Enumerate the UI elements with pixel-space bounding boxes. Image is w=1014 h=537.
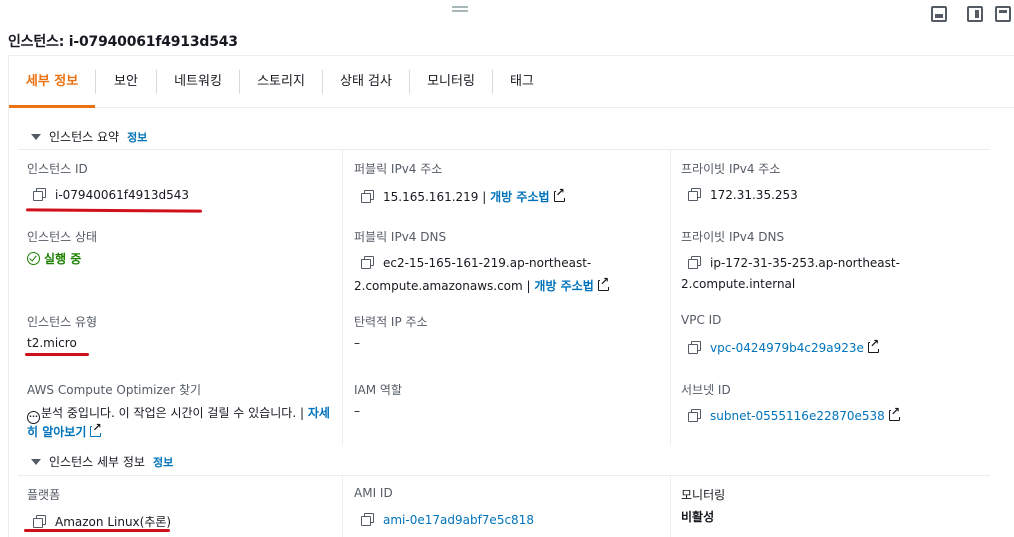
subnet-id-label: 서브넷 ID <box>681 383 731 397</box>
copy-icon[interactable] <box>33 188 46 201</box>
page-title: 인스턴스: i-07940061f4913d543 <box>8 34 238 50</box>
tab-networking[interactable]: 네트워킹 <box>157 56 239 108</box>
private-ipv4-text: 172.31.35.253 <box>710 188 798 202</box>
optimizer-message: 분석 중입니다. 이 작업은 시간이 걸릴 수 있습니다. | <box>41 406 304 420</box>
iam-role-value: – <box>354 404 360 418</box>
section-title: 인스턴스 세부 정보 <box>49 455 145 469</box>
vpc-id-value: vpc-0424979b4c29a923e <box>688 338 880 355</box>
copy-icon[interactable] <box>361 513 374 526</box>
instance-id-value: i-07940061f4913d543 <box>33 188 189 202</box>
public-ipv4-label: 퍼블릭 IPv4 주소 <box>354 162 443 176</box>
elastic-ip-value: – <box>354 336 360 350</box>
vpc-id-link[interactable]: vpc-0424979b4c29a923e <box>710 341 864 355</box>
section-divider <box>18 475 990 476</box>
external-link-icon[interactable] <box>90 422 102 437</box>
private-dns-text: ip-172-31-35-253.ap-northeast- <box>710 256 900 270</box>
tab-monitoring[interactable]: 모니터링 <box>410 56 492 108</box>
external-link-icon[interactable] <box>888 406 901 421</box>
drag-handle-icon[interactable] <box>452 6 468 12</box>
public-dns-value-line1: ec2-15-165-161-219.ap-northeast- <box>361 256 591 270</box>
instance-id-label: 인스턴스 ID <box>27 162 88 176</box>
instance-state-value: 실행 중 <box>27 250 81 267</box>
tab-details[interactable]: 세부 정보 <box>9 56 95 108</box>
external-link-icon[interactable] <box>597 276 610 291</box>
learn-more-link[interactable]: 자세 <box>308 406 330 420</box>
ami-id-value: ami-0e17ad9abf7e5c818 <box>361 513 534 527</box>
column-divider <box>342 150 343 445</box>
external-link-icon[interactable] <box>867 338 880 353</box>
caret-down-icon[interactable] <box>31 134 41 140</box>
column-divider <box>670 476 671 537</box>
open-address-link[interactable]: 개방 주소법 <box>490 190 549 204</box>
dock-side-icon[interactable] <box>967 6 983 22</box>
copy-icon[interactable] <box>361 190 374 203</box>
section-title: 인스턴스 요약 <box>49 130 120 144</box>
private-ipv4-value: 172.31.35.253 <box>688 188 798 202</box>
platform-text: Amazon Linux(추론) <box>55 515 172 529</box>
iam-role-label: IAM 역할 <box>354 383 402 397</box>
instance-summary-header[interactable]: 인스턴스 요약 정보 <box>31 128 147 145</box>
caret-down-icon[interactable] <box>31 459 41 465</box>
ami-id-label: AMI ID <box>354 486 393 500</box>
column-divider <box>670 150 671 445</box>
private-dns-label: 프라이빗 IPv4 DNS <box>681 230 785 244</box>
copy-icon[interactable] <box>361 256 374 269</box>
elastic-ip-label: 탄력적 IP 주소 <box>354 315 428 329</box>
platform-value: Amazon Linux(추론) <box>33 513 171 530</box>
public-dns-label: 퍼블릭 IPv4 DNS <box>354 230 447 244</box>
instance-type-value: t2.micro <box>27 336 77 350</box>
copy-icon[interactable] <box>688 188 701 201</box>
column-divider <box>342 476 343 537</box>
private-ipv4-label: 프라이빗 IPv4 주소 <box>681 162 781 176</box>
copy-icon[interactable] <box>33 515 46 528</box>
learn-more-link[interactable]: 히 알아보기 <box>27 425 86 439</box>
instance-id-text: i-07940061f4913d543 <box>55 188 190 202</box>
optimizer-label: AWS Compute Optimizer 찾기 <box>27 383 202 397</box>
subnet-id-link[interactable]: subnet-0555116e22870e538 <box>710 409 885 423</box>
separator: | <box>482 190 487 204</box>
maximize-icon[interactable] <box>995 6 1011 22</box>
optimizer-text: ··· 분석 중입니다. 이 작업은 시간이 걸릴 수 있습니다. | 자세 <box>27 404 330 424</box>
platform-label: 플랫폼 <box>27 488 61 502</box>
instance-details-header[interactable]: 인스턴스 세부 정보 정보 <box>31 453 173 470</box>
copy-icon[interactable] <box>688 256 701 269</box>
private-dns-value-line2: 2.compute.internal <box>681 277 796 291</box>
public-ipv4-text: 15.165.161.219 <box>383 190 479 204</box>
info-link[interactable]: 정보 <box>127 131 147 144</box>
copy-icon[interactable] <box>688 409 701 422</box>
check-circle-icon <box>27 252 40 265</box>
tab-status-checks[interactable]: 상태 검사 <box>323 56 409 108</box>
private-dns-value-line1: ip-172-31-35-253.ap-northeast- <box>688 256 900 270</box>
red-underline-annotation <box>24 529 170 532</box>
ami-id-link[interactable]: ami-0e17ad9abf7e5c818 <box>383 513 534 527</box>
monitoring-value: 비활성 <box>681 510 715 524</box>
public-dns-text: ec2-15-165-161-219.ap-northeast- <box>383 256 592 270</box>
section-divider <box>18 149 990 150</box>
subnet-id-value: subnet-0555116e22870e538 <box>688 406 901 423</box>
tab-tags[interactable]: 태그 <box>493 56 551 108</box>
tab-security[interactable]: 보안 <box>96 56 156 108</box>
state-text: 실행 중 <box>44 252 82 266</box>
red-underline-annotation <box>25 353 89 356</box>
copy-icon[interactable] <box>688 341 701 354</box>
tab-storage[interactable]: 스토리지 <box>240 56 322 108</box>
monitoring-label: 모니터링 <box>681 488 726 502</box>
external-link-icon[interactable] <box>553 187 565 202</box>
dock-bottom-icon[interactable] <box>931 6 947 22</box>
optimizer-text-line2: 히 알아보기 <box>27 422 102 440</box>
instance-state-label: 인스턴스 상태 <box>27 230 98 244</box>
public-dns-value-line2: 2.compute.amazonaws.com | 개방 주소법 <box>354 276 610 294</box>
top-bar <box>0 0 1014 28</box>
separator: | <box>526 279 531 293</box>
public-dns-text2: 2.compute.amazonaws.com <box>354 279 523 293</box>
public-ipv4-value: 15.165.161.219 | 개방 주소법 <box>361 187 565 205</box>
tab-bar: 세부 정보 보안 네트워킹 스토리지 상태 검사 모니터링 태그 <box>9 56 1014 108</box>
info-link[interactable]: 정보 <box>153 456 173 469</box>
instance-type-label: 인스턴스 유형 <box>27 315 98 329</box>
open-address-link[interactable]: 개방 주소법 <box>534 279 593 293</box>
vpc-id-label: VPC ID <box>681 313 722 327</box>
